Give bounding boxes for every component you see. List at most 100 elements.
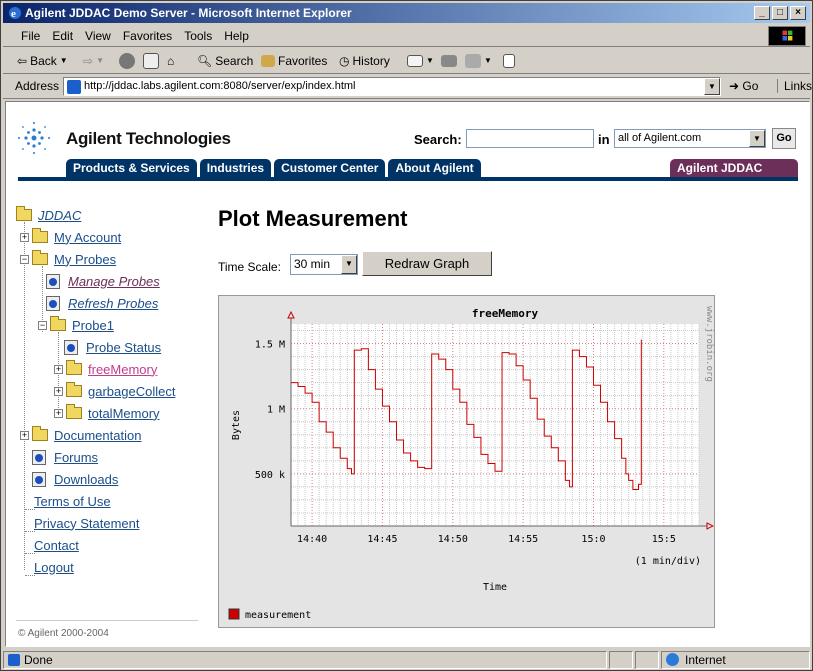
status-pane xyxy=(635,651,659,669)
sidebar-item-probe1[interactable]: − Probe1 xyxy=(38,316,114,334)
y-tick-label: 1.5 M xyxy=(255,340,285,351)
y-axis-arrow xyxy=(287,310,295,319)
page-icon xyxy=(46,295,60,311)
collapse-icon[interactable]: − xyxy=(38,320,47,330)
favorites-icon xyxy=(261,55,275,67)
sidebar-item-manage-probes[interactable]: Manage Probes xyxy=(46,272,160,290)
watermark: www.jrobin.org xyxy=(704,306,714,382)
tree-connector xyxy=(25,509,35,510)
ie-logo-icon: e xyxy=(9,7,21,20)
nav-tab-customer-center[interactable]: Customer Center xyxy=(274,159,386,177)
address-dropdown-button[interactable]: ▼ xyxy=(704,78,720,95)
nav-tab-about[interactable]: About Agilent xyxy=(388,159,481,177)
menu-view[interactable]: View xyxy=(79,25,117,43)
close-button[interactable]: × xyxy=(790,6,806,20)
stop-icon xyxy=(119,53,135,69)
sidebar-item-probe-status[interactable]: Probe Status xyxy=(64,338,161,356)
refresh-button[interactable] xyxy=(143,52,159,70)
chevron-down-icon: ▼ xyxy=(749,130,765,147)
menu-file[interactable]: File xyxy=(15,25,46,43)
windows-logo-icon xyxy=(768,26,806,46)
stop-button[interactable] xyxy=(119,52,135,70)
sidebar-divider xyxy=(16,620,198,621)
page-icon xyxy=(67,80,81,94)
search-scope-label: in xyxy=(598,132,610,147)
site-search-input[interactable] xyxy=(466,129,594,148)
expand-icon[interactable]: + xyxy=(54,364,63,374)
history-button[interactable]: ◷ History xyxy=(339,52,390,70)
sidebar-item-freememory[interactable]: + freeMemory xyxy=(54,360,157,378)
expand-icon[interactable]: + xyxy=(54,408,63,418)
collapse-icon[interactable]: − xyxy=(20,254,29,264)
nav-tab-industries[interactable]: Industries xyxy=(199,159,272,177)
x-axis-label: Time xyxy=(483,582,507,593)
folder-open-icon xyxy=(50,316,66,331)
copyright: © Agilent 2000-2004 xyxy=(18,628,109,639)
mail-button[interactable]: ▼ xyxy=(407,52,434,70)
discuss-button[interactable] xyxy=(503,52,515,70)
sidebar-item-my-probes[interactable]: − My Probes xyxy=(20,250,116,268)
expand-icon[interactable]: + xyxy=(54,386,63,396)
zone-indicator: Internet xyxy=(661,651,810,669)
nav-tab-jddac-home[interactable]: Agilent JDDAC Home xyxy=(670,159,798,193)
back-button[interactable]: ⇦ Back ▼ xyxy=(17,52,68,70)
home-button[interactable]: ⌂ xyxy=(167,52,174,70)
print-button[interactable] xyxy=(441,52,457,70)
main-nav: Products & Services Industries Customer … xyxy=(66,159,481,177)
links-button[interactable]: Links xyxy=(777,79,812,93)
sidebar-item-terms[interactable]: Terms of Use xyxy=(34,492,111,510)
menu-help[interactable]: Help xyxy=(218,25,255,43)
tree-connector xyxy=(25,531,35,532)
minimize-button[interactable]: _ xyxy=(754,6,770,20)
legend-label: measurement xyxy=(245,610,311,621)
maximize-button[interactable]: □ xyxy=(772,6,788,20)
address-go-button[interactable]: ➜ Go xyxy=(729,79,758,93)
folder-icon xyxy=(32,228,48,243)
address-bar: Address http://jddac.labs.agilent.com:80… xyxy=(3,75,812,99)
chart-title: freeMemory xyxy=(472,307,539,320)
x-tick-label: 14:55 xyxy=(508,534,538,545)
menu-bar: File Edit View Favorites Tools Help xyxy=(3,25,810,47)
legend-swatch xyxy=(228,608,240,620)
time-scale-select[interactable]: 30 min ▼ xyxy=(290,254,358,275)
menu-tools[interactable]: Tools xyxy=(178,25,218,43)
standard-toolbar: ⇦ Back ▼ ⇨ ▼ ⌂ 🔍︎ Search Favorites ◷ History … xyxy=(3,48,810,74)
status-bar: Done Internet xyxy=(3,650,810,670)
favorites-button[interactable]: Favorites xyxy=(261,52,327,70)
site-search-go-button[interactable]: Go xyxy=(772,128,796,149)
x-tick-label: 15:0 xyxy=(581,534,605,545)
search-button[interactable]: 🔍︎ Search xyxy=(197,52,253,70)
sidebar-item-totalmemory[interactable]: + totalMemory xyxy=(54,404,160,422)
browser-window: e Agilent JDDAC Demo Server - Microsoft … xyxy=(0,0,813,671)
folder-open-icon xyxy=(32,250,48,265)
menu-edit[interactable]: Edit xyxy=(46,25,79,43)
mail-icon xyxy=(407,55,423,67)
redraw-graph-button[interactable]: Redraw Graph xyxy=(362,251,492,276)
tree-connector xyxy=(25,553,35,554)
menu-favorites[interactable]: Favorites xyxy=(117,25,178,43)
sidebar-item-privacy[interactable]: Privacy Statement xyxy=(34,514,140,532)
window-title: Agilent JDDAC Demo Server - Microsoft In… xyxy=(25,6,352,20)
home-icon: ⌂ xyxy=(167,54,175,68)
page-icon xyxy=(32,471,46,487)
sidebar-item-logout[interactable]: Logout xyxy=(34,558,74,576)
sidebar-item-garbagecollect[interactable]: + garbageCollect xyxy=(54,382,175,400)
forward-button[interactable]: ⇨ ▼ xyxy=(83,52,104,70)
sidebar-item-documentation[interactable]: + Documentation xyxy=(20,426,141,444)
site-search-label: Search: xyxy=(414,132,462,147)
sidebar-item-downloads[interactable]: Downloads xyxy=(32,470,118,488)
sidebar-item-refresh-probes[interactable]: Refresh Probes xyxy=(46,294,158,312)
sidebar-item-my-account[interactable]: + My Account xyxy=(20,228,121,246)
address-input[interactable]: http://jddac.labs.agilent.com:8080/serve… xyxy=(63,77,721,96)
search-scope-select[interactable]: all of Agilent.com ▼ xyxy=(614,129,766,148)
back-arrow-icon: ⇦ xyxy=(17,54,28,68)
edit-button[interactable]: ▼ xyxy=(465,52,492,70)
expand-icon[interactable]: + xyxy=(20,232,29,242)
nav-tab-products[interactable]: Products & Services xyxy=(66,159,197,177)
status-pane xyxy=(609,651,633,669)
sidebar-item-jddac[interactable]: JDDAC xyxy=(16,206,81,224)
x-axis-note: (1 min/div) xyxy=(635,556,701,567)
sidebar-item-forums[interactable]: Forums xyxy=(32,448,98,466)
sidebar-item-contact[interactable]: Contact xyxy=(34,536,79,554)
expand-icon[interactable]: + xyxy=(20,430,29,440)
